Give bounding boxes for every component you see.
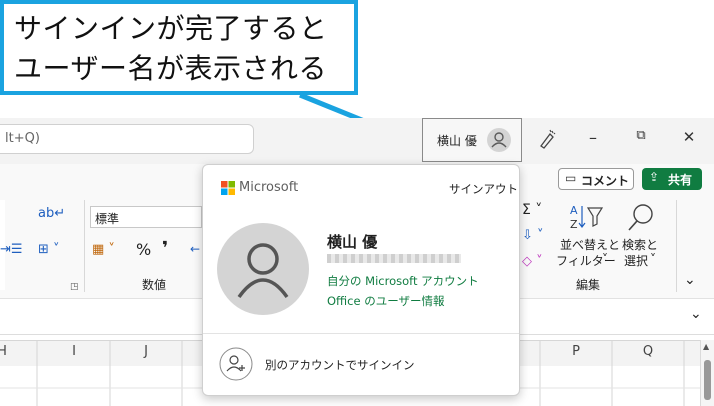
sign-out-link[interactable]: サインアウト xyxy=(449,181,518,197)
close-button[interactable]: ✕ xyxy=(674,128,704,146)
scroll-up-icon[interactable]: ▲ xyxy=(703,342,709,351)
currency-format-icon[interactable]: ▦ ˅ xyxy=(92,242,115,257)
popup-divider xyxy=(203,333,519,334)
add-account-icon[interactable] xyxy=(219,347,253,381)
account-button[interactable]: 横山 優 xyxy=(422,118,522,162)
sort-filter-icon[interactable]: A Z xyxy=(568,202,604,232)
comment-icon: ▭ xyxy=(565,171,577,185)
svg-text:A: A xyxy=(570,204,578,217)
designer-icon[interactable] xyxy=(536,128,558,150)
alignment-launcher-icon[interactable]: ◳ xyxy=(70,282,79,292)
clear-icon[interactable]: ◇ ˅ xyxy=(522,254,543,269)
fill-icon[interactable]: ⇩ ˅ xyxy=(522,228,544,243)
email-redacted xyxy=(327,254,461,263)
share-button[interactable]: ⇪ 共有 xyxy=(642,168,702,190)
comment-button[interactable]: ▭ コメント xyxy=(558,168,634,190)
decimal-icon[interactable]: ← xyxy=(190,242,200,256)
formula-expand-icon[interactable]: ⌄ xyxy=(690,306,702,322)
ribbon-collapse-icon[interactable]: ⌄ xyxy=(684,272,696,288)
number-group-label: 数値 xyxy=(142,278,167,292)
group-divider xyxy=(676,200,677,292)
search-icon[interactable] xyxy=(626,202,656,232)
percent-style-button[interactable]: % xyxy=(136,240,151,259)
minimize-button[interactable]: – xyxy=(578,128,608,147)
scrollbar-thumb[interactable] xyxy=(704,360,711,400)
profile-display-name: 横山 優 xyxy=(327,233,378,251)
share-label: 共有 xyxy=(668,173,693,187)
chevron-down-icon: ˅ xyxy=(602,252,608,266)
avatar-icon xyxy=(487,128,511,152)
wrap-text-icon[interactable]: ab↵ xyxy=(38,206,65,221)
vertical-scrollbar[interactable]: ▲ xyxy=(700,340,714,406)
number-format-select[interactable]: 標準 xyxy=(90,206,202,228)
switch-account-link[interactable]: 別のアカウントでサインイン xyxy=(265,357,415,373)
find-select-label-1: 検索と xyxy=(622,238,659,252)
group-divider xyxy=(84,200,85,292)
number-format-value: 標準 xyxy=(95,212,120,226)
svg-text:Z: Z xyxy=(570,218,578,231)
comma-style-button[interactable]: ❜ xyxy=(162,238,168,259)
sort-filter-label-1: 並べ替えと xyxy=(560,238,621,252)
merge-icon[interactable]: ⇥☰ xyxy=(0,242,23,257)
profile-avatar-icon xyxy=(217,223,309,315)
restore-button[interactable]: ⧉ xyxy=(626,128,656,143)
search-box[interactable]: lt+Q) xyxy=(0,124,254,154)
office-user-info-link[interactable]: Office のユーザー情報 xyxy=(327,293,445,309)
edit-group-label: 編集 xyxy=(576,278,601,292)
chevron-down-icon: ˅ xyxy=(650,252,656,266)
account-user-name: 横山 優 xyxy=(437,134,477,148)
microsoft-brand-label: Microsoft xyxy=(239,180,299,195)
share-icon: ⇪ xyxy=(649,170,660,184)
account-popup: Microsoft サインアウト 横山 優 自分の Microsoft アカウン… xyxy=(202,164,520,396)
autosum-icon[interactable]: Σ ˅ xyxy=(522,202,542,218)
comment-label: コメント xyxy=(581,174,630,188)
microsoft-logo-icon xyxy=(221,181,235,195)
find-select-label-2: 選択 xyxy=(624,254,649,268)
my-account-link[interactable]: 自分の Microsoft アカウント xyxy=(327,273,479,289)
merge-center-icon[interactable]: ⊞ ˅ xyxy=(38,242,60,257)
